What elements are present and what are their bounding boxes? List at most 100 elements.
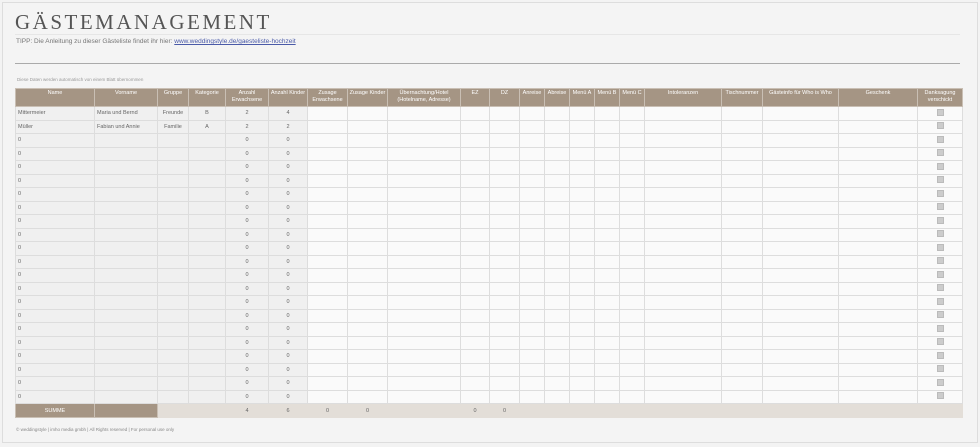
cell[interactable] [569,133,595,148]
checkbox[interactable] [936,311,944,319]
cell-kategorie[interactable] [188,254,226,269]
cell[interactable] [619,146,645,161]
cell[interactable] [544,268,570,283]
cell[interactable] [619,214,645,229]
cell[interactable] [460,133,490,148]
cell[interactable] [838,173,918,188]
checkbox[interactable] [936,176,944,184]
cell-gruppe[interactable] [157,281,189,296]
cell[interactable] [644,335,722,350]
cell[interactable] [387,119,461,134]
cell-name[interactable]: 0 [15,308,95,323]
cell[interactable] [721,389,763,404]
cell[interactable] [644,349,722,364]
cell[interactable] [619,173,645,188]
cell[interactable] [838,133,918,148]
checkbox[interactable] [936,324,944,332]
cell[interactable] [644,322,722,337]
cell[interactable] [307,214,348,229]
cell-kategorie[interactable] [188,160,226,175]
cell[interactable] [594,241,620,256]
cell[interactable] [721,133,763,148]
cell[interactable] [619,362,645,377]
cell[interactable] [347,281,388,296]
cell[interactable] [489,146,520,161]
cell[interactable] [721,349,763,364]
cell[interactable] [519,133,545,148]
cell-erw[interactable]: 0 [225,376,269,391]
cell[interactable] [460,227,490,242]
cell[interactable] [347,119,388,134]
cell-kinder[interactable]: 0 [268,308,308,323]
cell[interactable] [569,227,595,242]
cell[interactable] [387,389,461,404]
cell[interactable] [619,376,645,391]
cell[interactable] [489,160,520,175]
cell[interactable] [307,160,348,175]
cell[interactable] [762,295,839,310]
cell-kategorie[interactable]: B [188,106,226,121]
cell[interactable] [489,308,520,323]
cell[interactable] [721,241,763,256]
cell-name[interactable]: 0 [15,214,95,229]
thankyou-checkbox-cell[interactable] [917,349,963,364]
cell-kategorie[interactable] [188,241,226,256]
cell-kinder[interactable]: 0 [268,254,308,269]
cell-vorname[interactable] [94,187,158,202]
cell[interactable] [644,295,722,310]
cell[interactable] [307,389,348,404]
cell[interactable] [347,200,388,215]
cell[interactable] [387,227,461,242]
cell[interactable] [619,187,645,202]
thankyou-checkbox-cell[interactable] [917,160,963,175]
cell-gruppe[interactable] [157,295,189,310]
cell[interactable] [721,308,763,323]
cell[interactable] [307,241,348,256]
cell[interactable] [460,106,490,121]
cell-erw[interactable]: 0 [225,322,269,337]
cell-kinder[interactable]: 0 [268,376,308,391]
cell[interactable] [519,295,545,310]
cell[interactable] [594,295,620,310]
cell[interactable] [569,268,595,283]
cell-erw[interactable]: 0 [225,160,269,175]
cell-kinder[interactable]: 0 [268,133,308,148]
cell[interactable] [347,376,388,391]
cell[interactable] [544,200,570,215]
cell-vorname[interactable] [94,133,158,148]
checkbox[interactable] [936,149,944,157]
cell[interactable] [387,214,461,229]
cell[interactable] [489,335,520,350]
cell-name[interactable]: Mittermeier [15,106,95,121]
cell[interactable] [544,106,570,121]
cell[interactable] [307,119,348,134]
cell[interactable] [387,146,461,161]
cell-vorname[interactable] [94,308,158,323]
cell[interactable] [594,106,620,121]
cell[interactable] [619,322,645,337]
cell[interactable] [489,106,520,121]
cell[interactable] [838,146,918,161]
cell[interactable] [644,133,722,148]
cell[interactable] [762,160,839,175]
cell-erw[interactable]: 0 [225,241,269,256]
cell-gruppe[interactable] [157,308,189,323]
cell[interactable] [838,376,918,391]
cell[interactable] [519,389,545,404]
cell-name[interactable]: 0 [15,200,95,215]
cell[interactable] [838,106,918,121]
cell-vorname[interactable] [94,349,158,364]
checkbox[interactable] [936,338,944,346]
cell[interactable] [307,146,348,161]
cell[interactable] [460,349,490,364]
cell-gruppe[interactable] [157,241,189,256]
cell-kinder[interactable]: 0 [268,295,308,310]
cell-name[interactable]: 0 [15,133,95,148]
cell[interactable] [544,119,570,134]
cell[interactable] [489,295,520,310]
cell-name[interactable]: 0 [15,254,95,269]
cell[interactable] [387,349,461,364]
cell[interactable] [644,200,722,215]
cell[interactable] [762,322,839,337]
cell[interactable] [460,200,490,215]
